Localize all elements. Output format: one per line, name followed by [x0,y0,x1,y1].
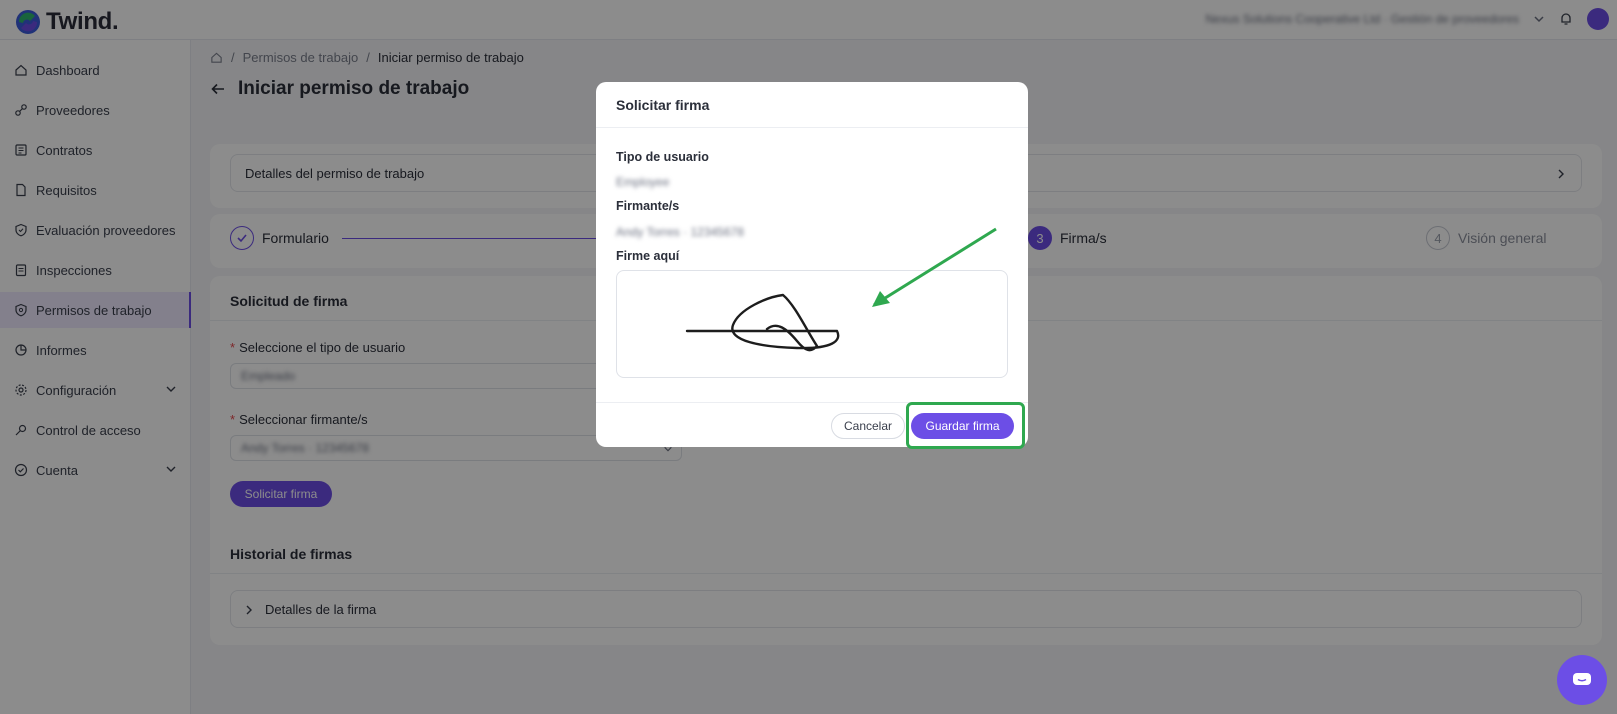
modal-sign-here-label: Firme aquí [616,249,680,263]
modal-signer-label: Firmante/s [616,199,680,213]
cancel-button[interactable]: Cancelar [831,413,905,439]
chat-icon [1573,673,1591,685]
chat-button[interactable] [1557,655,1607,705]
modal-signer-value: Andy Torres · 12345678 [616,225,744,239]
modal-user-type-value: Employee [616,175,670,189]
modal-title: Solicitar firma [596,82,1028,128]
annotation-highlight [906,402,1025,449]
modal-user-type-label: Tipo de usuario [616,150,709,164]
annotation-arrow-icon [872,227,997,307]
